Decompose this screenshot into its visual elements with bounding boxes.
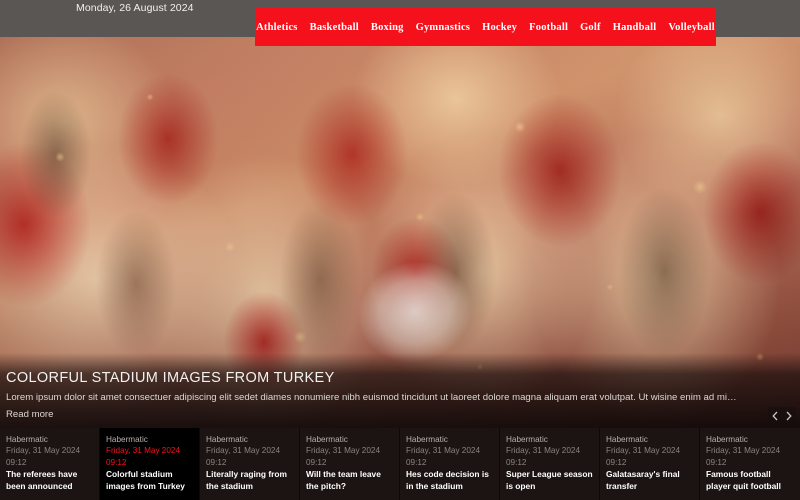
nav-item-gymnastics[interactable]: Gymnastics: [410, 22, 477, 33]
news-source: Habermatic: [106, 435, 148, 444]
news-time: 09:12: [406, 457, 427, 467]
news-headline: Colorful stadium images from Turkey: [106, 468, 185, 491]
nav-item-hockey[interactable]: Hockey: [476, 22, 523, 33]
news-source: Habermatic: [506, 435, 548, 444]
news-card[interactable]: Habermatic Friday, 31 May 2024 09:12 Will t…: [300, 428, 400, 500]
news-headline: Will the team leave the pitch?: [306, 468, 381, 491]
news-headline: Literally raging from the stadium: [206, 468, 287, 491]
hero-title: COLORFUL STADIUM IMAGES FROM TURKEY: [6, 370, 335, 387]
news-time: 09:12: [106, 457, 127, 467]
news-time: 09:12: [306, 457, 327, 467]
news-card[interactable]: Habermatic Friday, 31 May 2024 09:12 Colorf…: [100, 428, 200, 500]
news-source: Habermatic: [206, 435, 248, 444]
nav-item-volleyball[interactable]: Volleyball: [662, 22, 721, 33]
nav-item-athletics[interactable]: Athletics: [250, 22, 303, 33]
news-headline: The referees have been announced: [6, 468, 78, 491]
news-date: Friday, 31 May 2024: [6, 446, 81, 456]
news-time: 09:12: [706, 457, 727, 467]
nav-list: Athletics Basketball Boxing Gymnastics Hocke…: [250, 22, 721, 33]
news-time: 09:12: [6, 457, 27, 467]
news-date: Friday, 31 May 2024: [106, 446, 181, 456]
news-source: Habermatic: [6, 435, 48, 444]
nav-item-football[interactable]: Football: [523, 22, 574, 33]
nav-item-basketball[interactable]: Basketball: [304, 22, 365, 33]
chevron-left-icon: [772, 411, 778, 421]
news-headline: Galatasaray's final transfer: [606, 468, 680, 491]
news-strip: Habermatic Friday, 31 May 2024 09:12 The re…: [0, 428, 800, 500]
main-navigation: Athletics Basketball Boxing Gymnastics Hocke…: [255, 8, 716, 46]
chevron-right-icon: [786, 411, 792, 421]
news-date: Friday, 31 May 2024: [506, 446, 581, 456]
news-date: Friday, 31 May 2024: [606, 446, 681, 456]
news-card[interactable]: Habermatic Friday, 31 May 2024 09:12 Famous…: [700, 428, 800, 500]
hero-description: Lorem ipsum dolor sit amet consectuer ad…: [6, 392, 740, 404]
news-date: Friday, 31 May 2024: [706, 446, 781, 456]
news-source: Habermatic: [406, 435, 448, 444]
news-time: 09:12: [506, 457, 527, 467]
news-time: 09:12: [606, 457, 627, 467]
news-card[interactable]: Habermatic Friday, 31 May 2024 09:12 Galata…: [600, 428, 700, 500]
carousel-prev-button[interactable]: [768, 407, 782, 424]
news-source: Habermatic: [706, 435, 748, 444]
news-card[interactable]: Habermatic Friday, 31 May 2024 09:12 Litera…: [200, 428, 300, 500]
news-date: Friday, 31 May 2024: [406, 446, 481, 456]
read-more-link[interactable]: Read more: [6, 409, 53, 420]
current-date: Monday, 26 August 2024: [76, 2, 194, 14]
carousel-next-button[interactable]: [782, 407, 796, 424]
news-card[interactable]: Habermatic Friday, 31 May 2024 09:12 Super …: [500, 428, 600, 500]
hero-carousel[interactable]: COLORFUL STADIUM IMAGES FROM TURKEY Lore…: [0, 37, 800, 428]
news-date: Friday, 31 May 2024: [306, 446, 381, 456]
news-headline: Super League season is open: [506, 468, 593, 491]
news-card[interactable]: Habermatic Friday, 31 May 2024 09:12 Hes co…: [400, 428, 500, 500]
news-date: Friday, 31 May 2024: [206, 446, 281, 456]
news-time: 09:12: [206, 457, 227, 467]
news-headline: Hes code decision is in the stadium: [406, 468, 489, 491]
nav-item-boxing[interactable]: Boxing: [365, 22, 410, 33]
news-source: Habermatic: [306, 435, 348, 444]
news-headline: Famous football player quit football: [706, 468, 781, 491]
carousel-controls: [768, 407, 796, 424]
news-source: Habermatic: [606, 435, 648, 444]
nav-item-golf[interactable]: Golf: [574, 22, 607, 33]
nav-item-handball[interactable]: Handball: [607, 22, 663, 33]
news-card[interactable]: Habermatic Friday, 31 May 2024 09:12 The re…: [0, 428, 100, 500]
hero-caption: COLORFUL STADIUM IMAGES FROM TURKEY Lore…: [6, 370, 740, 422]
